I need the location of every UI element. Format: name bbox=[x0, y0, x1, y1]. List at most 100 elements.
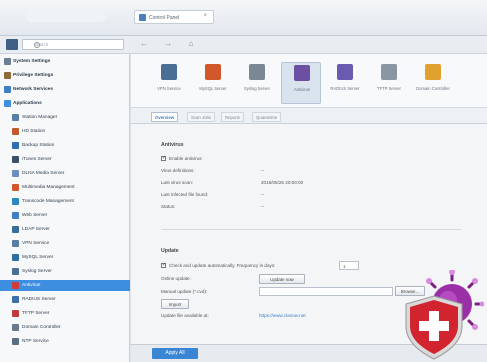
sidebar-item-label: HD Station bbox=[22, 128, 46, 134]
section-divider bbox=[161, 229, 461, 230]
sidebar-item-domain-controller[interactable]: Domain Controller bbox=[0, 322, 130, 333]
vpn-service-icon bbox=[12, 240, 19, 247]
network-services-icon bbox=[4, 86, 11, 93]
sidebar-item-itunes-server[interactable]: iTunes Server bbox=[0, 154, 130, 165]
sidebar-item-web-server[interactable]: Web Server bbox=[0, 210, 130, 221]
sidebar-item-label: iTunes Server bbox=[22, 156, 52, 162]
system-settings-icon bbox=[4, 58, 11, 65]
sidebar-item-vpn-service[interactable]: VPN Service bbox=[0, 238, 130, 249]
applications-icon bbox=[4, 100, 11, 107]
mysql-server-icon bbox=[205, 64, 221, 80]
sidebar-item-label: RADIUS Server bbox=[22, 296, 56, 302]
sidebar-item-label: LDAP Server bbox=[22, 226, 50, 232]
search-placeholder: Search bbox=[34, 42, 49, 47]
syslog-server-icon bbox=[12, 268, 19, 275]
manual-file-input[interactable] bbox=[259, 287, 393, 296]
app-syslog-server[interactable]: Syslog Server bbox=[237, 62, 277, 104]
sidebar-item-mysql-server[interactable]: MySQL Server bbox=[0, 252, 130, 263]
auto-update-checkbox[interactable] bbox=[161, 262, 166, 268]
sidebar-item-antivirus[interactable]: Antivirus bbox=[0, 280, 130, 291]
radius-server-icon bbox=[12, 296, 19, 303]
status-label: Status: bbox=[161, 204, 176, 209]
domain-controller-icon bbox=[12, 324, 19, 331]
update-now-button[interactable]: Update now bbox=[259, 274, 305, 284]
app-domain-controller[interactable]: Domain Controller bbox=[413, 62, 453, 104]
sidebar-item-label: TFTP Server bbox=[22, 310, 50, 316]
import-button[interactable]: Import bbox=[161, 299, 189, 309]
toolbar: Search ← → ⌂ bbox=[0, 36, 487, 54]
sidebar-item-ldap-server[interactable]: LDAP Server bbox=[0, 224, 130, 235]
app-radius-server[interactable]: RADIUS Server bbox=[325, 62, 365, 104]
sidebar-item-multimedia-management[interactable]: Multimedia Management bbox=[0, 182, 130, 193]
sidebar-group-privilege-settings[interactable]: Privilege Settings bbox=[0, 70, 130, 81]
tab-reports[interactable]: Reports bbox=[221, 112, 245, 122]
sidebar-item-label: Applications bbox=[13, 100, 42, 106]
ntp-service-icon bbox=[12, 338, 19, 345]
tab-control-panel[interactable]: Control Panel × bbox=[134, 10, 214, 24]
dlna-media-server-icon bbox=[12, 170, 19, 177]
sidebar-group-network-services[interactable]: Network Services bbox=[0, 84, 130, 95]
sidebar-item-label: VPN Service bbox=[22, 240, 50, 246]
app-logo bbox=[26, 10, 106, 22]
sidebar-item-label: NTP Service bbox=[22, 338, 49, 344]
ldap-server-icon bbox=[12, 226, 19, 233]
sidebar-item-label: Syslog Server bbox=[22, 268, 52, 274]
sidebar-group-applications[interactable]: Applications bbox=[0, 98, 130, 109]
close-icon[interactable]: × bbox=[203, 13, 207, 19]
antivirus-icon bbox=[294, 65, 310, 81]
last-scan-value: 2015/05/26 20:00:00 bbox=[261, 180, 304, 185]
update-available-link[interactable]: https://www.clamav.net bbox=[259, 313, 306, 318]
app-antivirus[interactable]: Antivirus bbox=[281, 62, 321, 104]
tab-overview[interactable]: Overview bbox=[151, 112, 179, 122]
sub-tabs: Overview Scan Jobs Reports Quarantine bbox=[131, 108, 487, 124]
web-server-icon bbox=[12, 212, 19, 219]
sidebar-item-radius-server[interactable]: RADIUS Server bbox=[0, 294, 130, 305]
app-tftp-server[interactable]: TFTP Server bbox=[369, 62, 409, 104]
sidebar-item-syslog-server[interactable]: Syslog Server bbox=[0, 266, 130, 277]
syslog-server-icon bbox=[249, 64, 265, 80]
sidebar-item-label: DLNA Media Server bbox=[22, 170, 65, 176]
last-infected-label: Last infected file found: bbox=[161, 192, 209, 197]
app-label: Syslog Server bbox=[243, 86, 271, 91]
sidebar-item-transcode-management[interactable]: Transcode Management bbox=[0, 196, 130, 207]
nav-buttons[interactable]: ← → ⌂ bbox=[140, 39, 200, 48]
search-input[interactable]: Search bbox=[22, 39, 124, 50]
app-label: Domain Controller bbox=[416, 86, 450, 91]
app-label: TFTP Server bbox=[377, 86, 401, 91]
antivirus-section-title: Antivirus bbox=[161, 142, 184, 148]
update-section-title: Update bbox=[161, 248, 179, 254]
menu-icon[interactable] bbox=[6, 39, 18, 50]
enable-antivirus-label: Enable antivirus bbox=[169, 156, 202, 161]
app-mysql-server[interactable]: MySQL Server bbox=[193, 62, 233, 104]
sidebar-item-station-manager[interactable]: Station Manager bbox=[0, 112, 130, 123]
transcode-management-icon bbox=[12, 198, 19, 205]
sidebar-item-tftp-server[interactable]: TFTP Server bbox=[0, 308, 130, 319]
enable-antivirus-checkbox[interactable] bbox=[161, 155, 166, 161]
virus-definitions-label: Virus definitions: bbox=[161, 168, 195, 173]
itunes-server-icon bbox=[12, 156, 19, 163]
mysql-server-icon bbox=[12, 254, 19, 261]
backup-station-icon bbox=[12, 142, 19, 149]
status-value: -- bbox=[261, 204, 265, 209]
manual-update-label: Manual update (*.cvd): bbox=[161, 289, 208, 294]
sidebar: System Settings Privilege Settings Network… bbox=[0, 54, 130, 362]
sidebar-item-ntp-service[interactable]: NTP Service bbox=[0, 336, 130, 347]
app-label: VPN Service bbox=[157, 86, 181, 91]
frequency-input[interactable]: 1 bbox=[339, 261, 359, 270]
sidebar-item-dlna-media-server[interactable]: DLNA Media Server bbox=[0, 168, 130, 179]
app-vpn-service[interactable]: VPN Service bbox=[149, 62, 189, 104]
apply-all-button[interactable]: Apply All bbox=[152, 348, 198, 359]
sidebar-item-backup-station[interactable]: Backup Station bbox=[0, 140, 130, 151]
sidebar-item-hd-station[interactable]: HD Station bbox=[0, 126, 130, 137]
tab-quarantine[interactable]: Quarantine bbox=[252, 112, 282, 122]
last-infected-value: -- bbox=[261, 192, 265, 197]
virus-definitions-value: -- bbox=[261, 168, 265, 173]
tftp-server-icon bbox=[381, 64, 397, 80]
sidebar-item-label: Antivirus bbox=[22, 282, 41, 288]
tab-scan-jobs[interactable]: Scan Jobs bbox=[187, 112, 216, 122]
tab-label: Control Panel bbox=[149, 14, 180, 21]
app-label: RADIUS Server bbox=[330, 86, 360, 91]
frequency-value: 1 bbox=[343, 263, 346, 269]
sidebar-item-label: Domain Controller bbox=[22, 324, 61, 330]
sidebar-group-system-settings[interactable]: System Settings bbox=[0, 56, 130, 67]
